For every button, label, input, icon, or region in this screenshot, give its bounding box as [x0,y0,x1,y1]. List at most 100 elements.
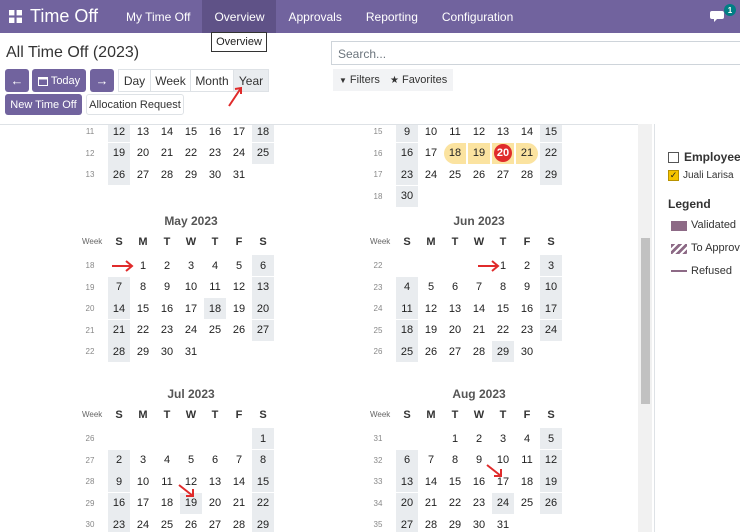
calendar-day[interactable]: 20 [492,142,514,164]
calendar-day[interactable]: 19 [540,471,562,493]
calendar-day[interactable]: 27 [492,164,514,185]
calendar-day[interactable]: 5 [540,428,562,449]
calendar-day[interactable]: 6 [444,277,466,298]
calendar-day[interactable]: 3 [540,255,562,276]
nav-overview[interactable]: Overview [202,0,277,33]
calendar-day[interactable]: 13 [492,125,514,142]
calendar-day[interactable]: 2 [108,449,130,471]
calendar-day[interactable]: 6 [204,450,226,471]
employee-all-checkbox[interactable] [668,152,679,163]
calendar-day[interactable]: 30 [204,164,226,185]
calendar-day[interactable]: 14 [420,471,442,492]
scrollbar-thumb[interactable] [641,238,650,404]
calendar-day[interactable]: 3 [180,255,202,276]
calendar-day[interactable]: 20 [252,298,274,320]
calendar-day[interactable]: 26 [180,514,202,532]
calendar-day[interactable]: 12 [540,449,562,471]
calendar-day[interactable]: 19 [108,142,130,164]
calendar-day[interactable]: 17 [228,125,250,142]
calendar-day[interactable]: 2 [468,428,490,449]
calendar-day[interactable]: 11 [444,125,466,142]
calendar-day[interactable]: 16 [516,298,538,319]
calendar-day[interactable]: 13 [204,471,226,492]
scale-week-button[interactable]: Week [150,69,191,92]
calendar-day[interactable]: 12 [468,125,490,142]
calendar-day[interactable]: 29 [444,514,466,532]
calendar-day[interactable]: 3 [492,428,514,449]
calendar-day[interactable]: 15 [132,298,154,319]
calendar-day[interactable]: 7 [420,450,442,471]
calendar-day[interactable]: 25 [156,514,178,532]
new-time-off-button[interactable]: New Time Off [5,94,82,115]
calendar-day[interactable]: 16 [204,125,226,142]
calendar-day[interactable]: 15 [444,471,466,492]
calendar-day[interactable]: 28 [468,341,490,362]
calendar-day[interactable]: 11 [516,450,538,471]
calendar-day[interactable]: 30 [468,514,490,532]
calendar-day[interactable]: 23 [204,143,226,164]
calendar-day[interactable]: 16 [108,492,130,514]
calendar-day[interactable]: 13 [396,471,418,493]
calendar-day[interactable]: 24 [132,514,154,532]
calendar-day[interactable]: 24 [492,492,514,514]
calendar-day[interactable]: 9 [108,471,130,493]
calendar-day[interactable]: 31 [492,514,514,532]
calendar-day[interactable]: 27 [396,514,418,532]
calendar-day[interactable]: 29 [132,341,154,362]
calendar-day[interactable]: 30 [396,185,418,207]
nav-reporting[interactable]: Reporting [354,0,430,33]
nav-my-time-off[interactable]: My Time Off [114,0,202,33]
calendar-day[interactable]: 20 [204,493,226,514]
calendar-day[interactable]: 2 [516,255,538,276]
calendar-day[interactable]: 12 [228,277,250,298]
calendar-day[interactable]: 9 [516,277,538,298]
favorites-button[interactable]: ★ Favorites [384,69,454,91]
calendar-day[interactable]: 23 [468,493,490,514]
calendar-day[interactable]: 21 [108,319,130,341]
calendar-day[interactable]: 22 [252,492,274,514]
calendar-day[interactable]: 15 [180,125,202,142]
calendar-day[interactable]: 6 [396,449,418,471]
calendar-day[interactable]: 17 [180,298,202,319]
calendar-day[interactable]: 26 [228,320,250,341]
calendar-day[interactable]: 5 [180,450,202,471]
employee-checkbox[interactable]: ✓ [668,170,679,181]
calendar-day[interactable]: 6 [252,255,274,276]
calendar-day[interactable]: 27 [204,514,226,532]
calendar-day[interactable]: 13 [252,276,274,298]
calendar-day[interactable]: 4 [516,428,538,449]
calendar-day[interactable]: 10 [180,277,202,298]
calendar-day[interactable]: 25 [252,142,274,164]
calendar-day[interactable]: 14 [156,125,178,142]
calendar-day[interactable]: 12 [420,298,442,319]
calendar-day[interactable]: 11 [204,277,226,298]
calendar-day[interactable]: 23 [516,320,538,341]
calendar-day[interactable]: 18 [252,125,274,142]
calendar-day[interactable]: 26 [108,164,130,186]
calendar-day[interactable]: 1 [444,428,466,449]
calendar-day[interactable]: 22 [180,143,202,164]
calendar-day[interactable]: 10 [132,471,154,492]
calendar-day[interactable]: 17 [132,493,154,514]
calendar-day[interactable]: 21 [516,142,538,164]
calendar-day[interactable]: 27 [132,164,154,185]
calendar-day[interactable]: 8 [492,277,514,298]
today-button[interactable]: Today [32,69,86,92]
calendar-day[interactable]: 3 [132,450,154,471]
calendar-day[interactable]: 18 [156,493,178,514]
calendar-day[interactable]: 28 [156,164,178,185]
calendar-day[interactable]: 29 [540,164,562,186]
calendar-day[interactable]: 21 [228,493,250,514]
calendar-day[interactable]: 16 [396,142,418,164]
calendar-day[interactable]: 7 [228,450,250,471]
calendar-day[interactable]: 24 [228,143,250,164]
calendar-day[interactable]: 26 [468,164,490,185]
calendar-day[interactable]: 8 [444,450,466,471]
calendar-day[interactable]: 22 [444,493,466,514]
calendar-day[interactable]: 23 [156,320,178,341]
calendar-day[interactable]: 15 [540,125,562,142]
calendar-day[interactable]: 18 [444,142,466,164]
calendar-day[interactable]: 23 [396,164,418,186]
calendar-day[interactable]: 15 [492,298,514,319]
calendar-day[interactable]: 19 [420,320,442,341]
